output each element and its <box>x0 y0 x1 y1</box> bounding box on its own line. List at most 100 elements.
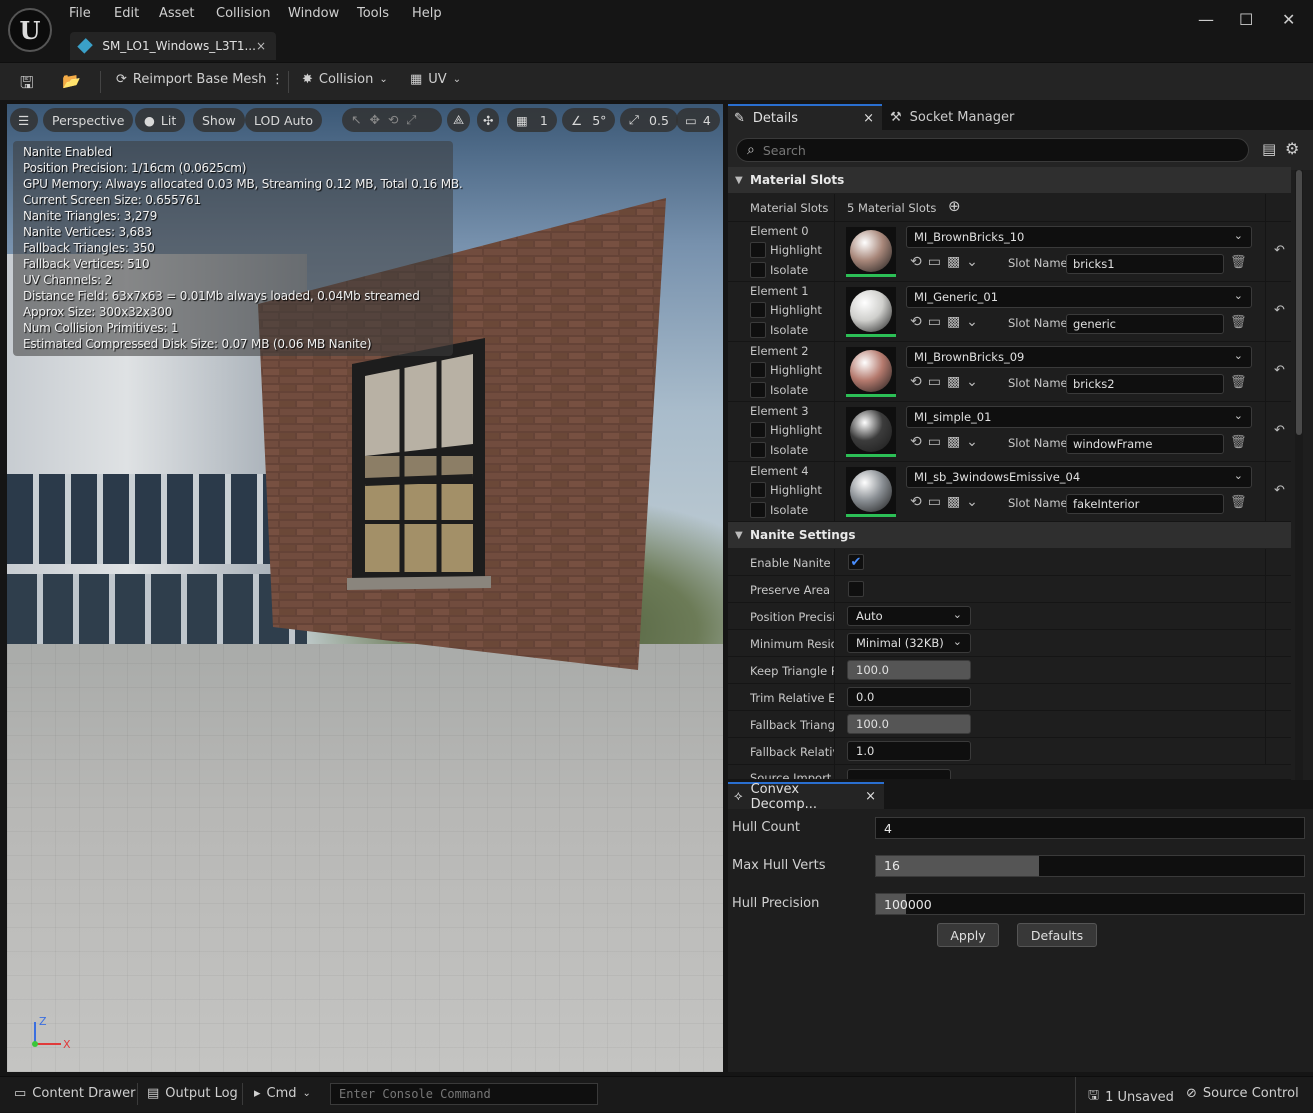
add-slot-icon[interactable]: ⊕ <box>948 197 961 215</box>
slot-name-input[interactable]: bricks1 <box>1066 254 1224 274</box>
perspective-button[interactable]: Perspective <box>43 108 134 132</box>
search-input[interactable]: ⌕ Search <box>736 138 1249 162</box>
reset-arrow-icon[interactable]: ↶ <box>1274 243 1285 258</box>
grid-snap-button[interactable]: ▦ 1 <box>507 108 557 132</box>
lit-button[interactable]: ● Lit <box>135 108 186 132</box>
unreal-logo[interactable]: U <box>8 8 52 52</box>
menu-edit[interactable]: Edit <box>114 6 139 21</box>
menu-asset[interactable]: Asset <box>159 6 195 21</box>
mesh-viewport[interactable]: Nanite Enabled Position Precision: 1/16c… <box>7 104 723 1072</box>
position-precision-dropdown[interactable]: Auto ⌄ <box>847 606 971 626</box>
details-tab[interactable]: ✎ Details × <box>728 104 882 130</box>
material-combo[interactable]: MI_BrownBricks_10 ⌄ <box>906 226 1252 248</box>
transform-tools[interactable]: ↖✥⟲⤢ <box>342 108 442 132</box>
material-combo[interactable]: MI_simple_01 ⌄ <box>906 406 1252 428</box>
material-thumbnail[interactable] <box>846 227 896 277</box>
camera-speed-button[interactable]: ▭ 4 <box>676 108 720 132</box>
scale-snap-button[interactable]: ⤢ 0.5 <box>620 108 678 132</box>
isolate-checkbox[interactable] <box>750 322 766 338</box>
isolate-checkbox[interactable] <box>750 502 766 518</box>
hull-precision-input[interactable]: 100000 <box>875 893 1305 915</box>
slot-name-input[interactable]: generic <box>1066 314 1224 334</box>
close-tab-icon[interactable]: × <box>863 111 874 126</box>
hull-count-input[interactable]: 4 <box>875 817 1305 839</box>
unsaved-button[interactable]: 🖫 1 Unsaved <box>1088 1086 1174 1108</box>
minimum-residency-dropdown[interactable]: Minimal (32KB) ⌄ <box>847 633 971 653</box>
trash-icon[interactable]: 🗑 <box>1230 255 1247 270</box>
trash-icon[interactable]: 🗑 <box>1230 495 1247 510</box>
source-import-input[interactable] <box>847 769 951 779</box>
console-input[interactable]: Enter Console Command <box>330 1083 598 1105</box>
menu-help[interactable]: Help <box>412 6 442 21</box>
surface-snap-icon[interactable]: ⟁ <box>447 108 471 132</box>
show-button[interactable]: Show <box>193 108 245 132</box>
close-window-button[interactable]: ✕ <box>1282 10 1295 29</box>
material-combo[interactable]: MI_sb_3windowsEmissive_04 ⌄ <box>906 466 1252 488</box>
local-space-icon[interactable]: ✣ <box>477 108 500 132</box>
highlight-checkbox[interactable] <box>750 242 766 258</box>
material-actions-icons[interactable]: ⟲▭▩⌄ <box>910 494 984 510</box>
material-actions-icons[interactable]: ⟲▭▩⌄ <box>910 254 984 270</box>
trash-icon[interactable]: 🗑 <box>1230 375 1247 390</box>
keep-triangle-input[interactable]: 100.0 <box>847 660 971 680</box>
reset-arrow-icon[interactable]: ↶ <box>1274 303 1285 318</box>
convex-decomposition-tab[interactable]: ⟡ Convex Decomp... × <box>728 782 884 812</box>
minimize-button[interactable]: — <box>1198 10 1214 29</box>
highlight-checkbox[interactable] <box>750 422 766 438</box>
fallback-relative-input[interactable]: 1.0 <box>847 741 971 761</box>
slot-name-input[interactable]: fakeInterior <box>1066 494 1224 514</box>
slot-name-input[interactable]: windowFrame <box>1066 434 1224 454</box>
material-thumbnail[interactable] <box>846 467 896 517</box>
socket-manager-tab[interactable]: ⚒ Socket Manager <box>890 104 1040 130</box>
trash-icon[interactable]: 🗑 <box>1230 315 1247 330</box>
fallback-triangle-input[interactable]: 100.0 <box>847 714 971 734</box>
menu-window[interactable]: Window <box>288 6 339 21</box>
table-view-icon[interactable]: ▤ <box>1262 140 1276 158</box>
menu-file[interactable]: File <box>69 6 91 21</box>
highlight-checkbox[interactable] <box>750 482 766 498</box>
material-thumbnail[interactable] <box>846 407 896 457</box>
content-drawer-button[interactable]: ▭ Content Drawer <box>14 1086 135 1101</box>
highlight-checkbox[interactable] <box>750 362 766 378</box>
material-combo[interactable]: MI_BrownBricks_09 ⌄ <box>906 346 1252 368</box>
lod-button[interactable]: LOD Auto <box>245 108 322 132</box>
trim-relative-error-input[interactable]: 0.0 <box>847 687 971 707</box>
trash-icon[interactable]: 🗑 <box>1230 435 1247 450</box>
cmd-button[interactable]: ▸ Cmd ⌄ <box>254 1086 311 1101</box>
defaults-button[interactable]: Defaults <box>1017 923 1097 947</box>
save-icon[interactable]: 🖫 <box>20 72 34 99</box>
nanite-settings-header[interactable]: ▼ Nanite Settings <box>728 522 1291 548</box>
enable-nanite-checkbox[interactable]: ✔ <box>848 554 864 570</box>
more-options-icon[interactable]: ⋮ <box>271 72 284 87</box>
output-log-button[interactable]: ▤ Output Log <box>147 1086 238 1101</box>
apply-button[interactable]: Apply <box>937 923 999 947</box>
angle-snap-button[interactable]: ∠ 5° <box>562 108 616 132</box>
material-thumbnail[interactable] <box>846 287 896 337</box>
material-actions-icons[interactable]: ⟲▭▩⌄ <box>910 434 984 450</box>
isolate-checkbox[interactable] <box>750 262 766 278</box>
reimport-button[interactable]: ⟳ Reimport Base Mesh <box>116 72 266 87</box>
browse-icon[interactable]: 📂 <box>62 72 81 90</box>
maximize-button[interactable]: ☐ <box>1239 10 1253 29</box>
slot-name-input[interactable]: bricks2 <box>1066 374 1224 394</box>
preserve-area-checkbox[interactable] <box>848 581 864 597</box>
highlight-checkbox[interactable] <box>750 302 766 318</box>
material-actions-icons[interactable]: ⟲▭▩⌄ <box>910 374 984 390</box>
reset-arrow-icon[interactable]: ↶ <box>1274 483 1285 498</box>
isolate-checkbox[interactable] <box>750 442 766 458</box>
uv-button[interactable]: ▦ UV ⌄ <box>410 72 461 87</box>
menu-collision[interactable]: Collision <box>216 6 270 21</box>
reset-arrow-icon[interactable]: ↶ <box>1274 423 1285 438</box>
scrollbar-thumb[interactable] <box>1296 170 1302 435</box>
isolate-checkbox[interactable] <box>750 382 766 398</box>
collision-button[interactable]: ✸ Collision ⌄ <box>302 72 388 87</box>
gear-icon[interactable]: ⚙ <box>1285 139 1299 158</box>
asset-tab[interactable]: SM_LO1_Windows_L3T1... × <box>70 32 276 60</box>
material-thumbnail[interactable] <box>846 347 896 397</box>
source-control-button[interactable]: ⊘ Source Control <box>1186 1086 1299 1101</box>
material-combo[interactable]: MI_Generic_01 ⌄ <box>906 286 1252 308</box>
material-actions-icons[interactable]: ⟲▭▩⌄ <box>910 314 984 330</box>
reset-arrow-icon[interactable]: ↶ <box>1274 363 1285 378</box>
viewport-menu-icon[interactable]: ☰ <box>10 108 38 132</box>
close-tab-icon[interactable]: × <box>256 39 266 53</box>
